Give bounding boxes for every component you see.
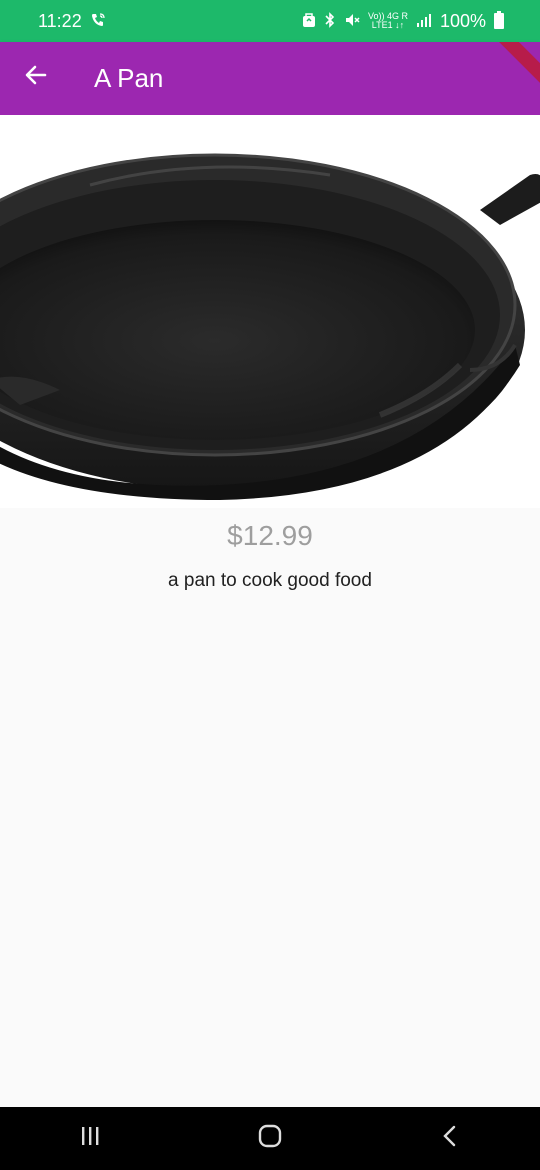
status-time: 11:22: [38, 10, 82, 31]
product-image: [0, 115, 540, 508]
product-price: $12.99: [227, 520, 313, 551]
wifi-call-icon: [90, 12, 106, 30]
nav-back-button[interactable]: [420, 1107, 480, 1170]
system-nav-bar: [0, 1107, 540, 1170]
battery-percent: 100%: [439, 10, 486, 31]
mute-icon: [344, 12, 360, 30]
recents-button[interactable]: [60, 1107, 120, 1170]
alarm-icon: [302, 12, 316, 30]
signal-icon: [416, 13, 432, 29]
frying-pan-image: [0, 153, 540, 500]
app-bar: A Pan: [0, 42, 540, 115]
home-icon: [257, 1123, 283, 1154]
debug-banner: [484, 42, 540, 93]
network-line-2: LTE1 ↓↑: [371, 20, 405, 30]
arrow-left-icon: [23, 62, 49, 95]
status-left: 11:22: [38, 11, 106, 32]
status-right: Vo)) 4G R LTE1 ↓↑ 100%: [302, 11, 504, 32]
page-title: A Pan: [94, 63, 164, 93]
product-description: a pan to cook good food: [168, 570, 372, 591]
home-button[interactable]: [240, 1107, 300, 1170]
network-indicator: Vo)) 4G R LTE1 ↓↑: [368, 12, 408, 30]
bluetooth-icon: [324, 12, 336, 30]
status-bar: 11:22 Vo)) 4G R LTE1 ↓↑ 100%: [0, 0, 540, 42]
recents-icon: [78, 1124, 102, 1153]
back-chevron-icon: [438, 1124, 462, 1153]
battery-icon: [494, 11, 504, 31]
back-button[interactable]: [0, 42, 72, 115]
